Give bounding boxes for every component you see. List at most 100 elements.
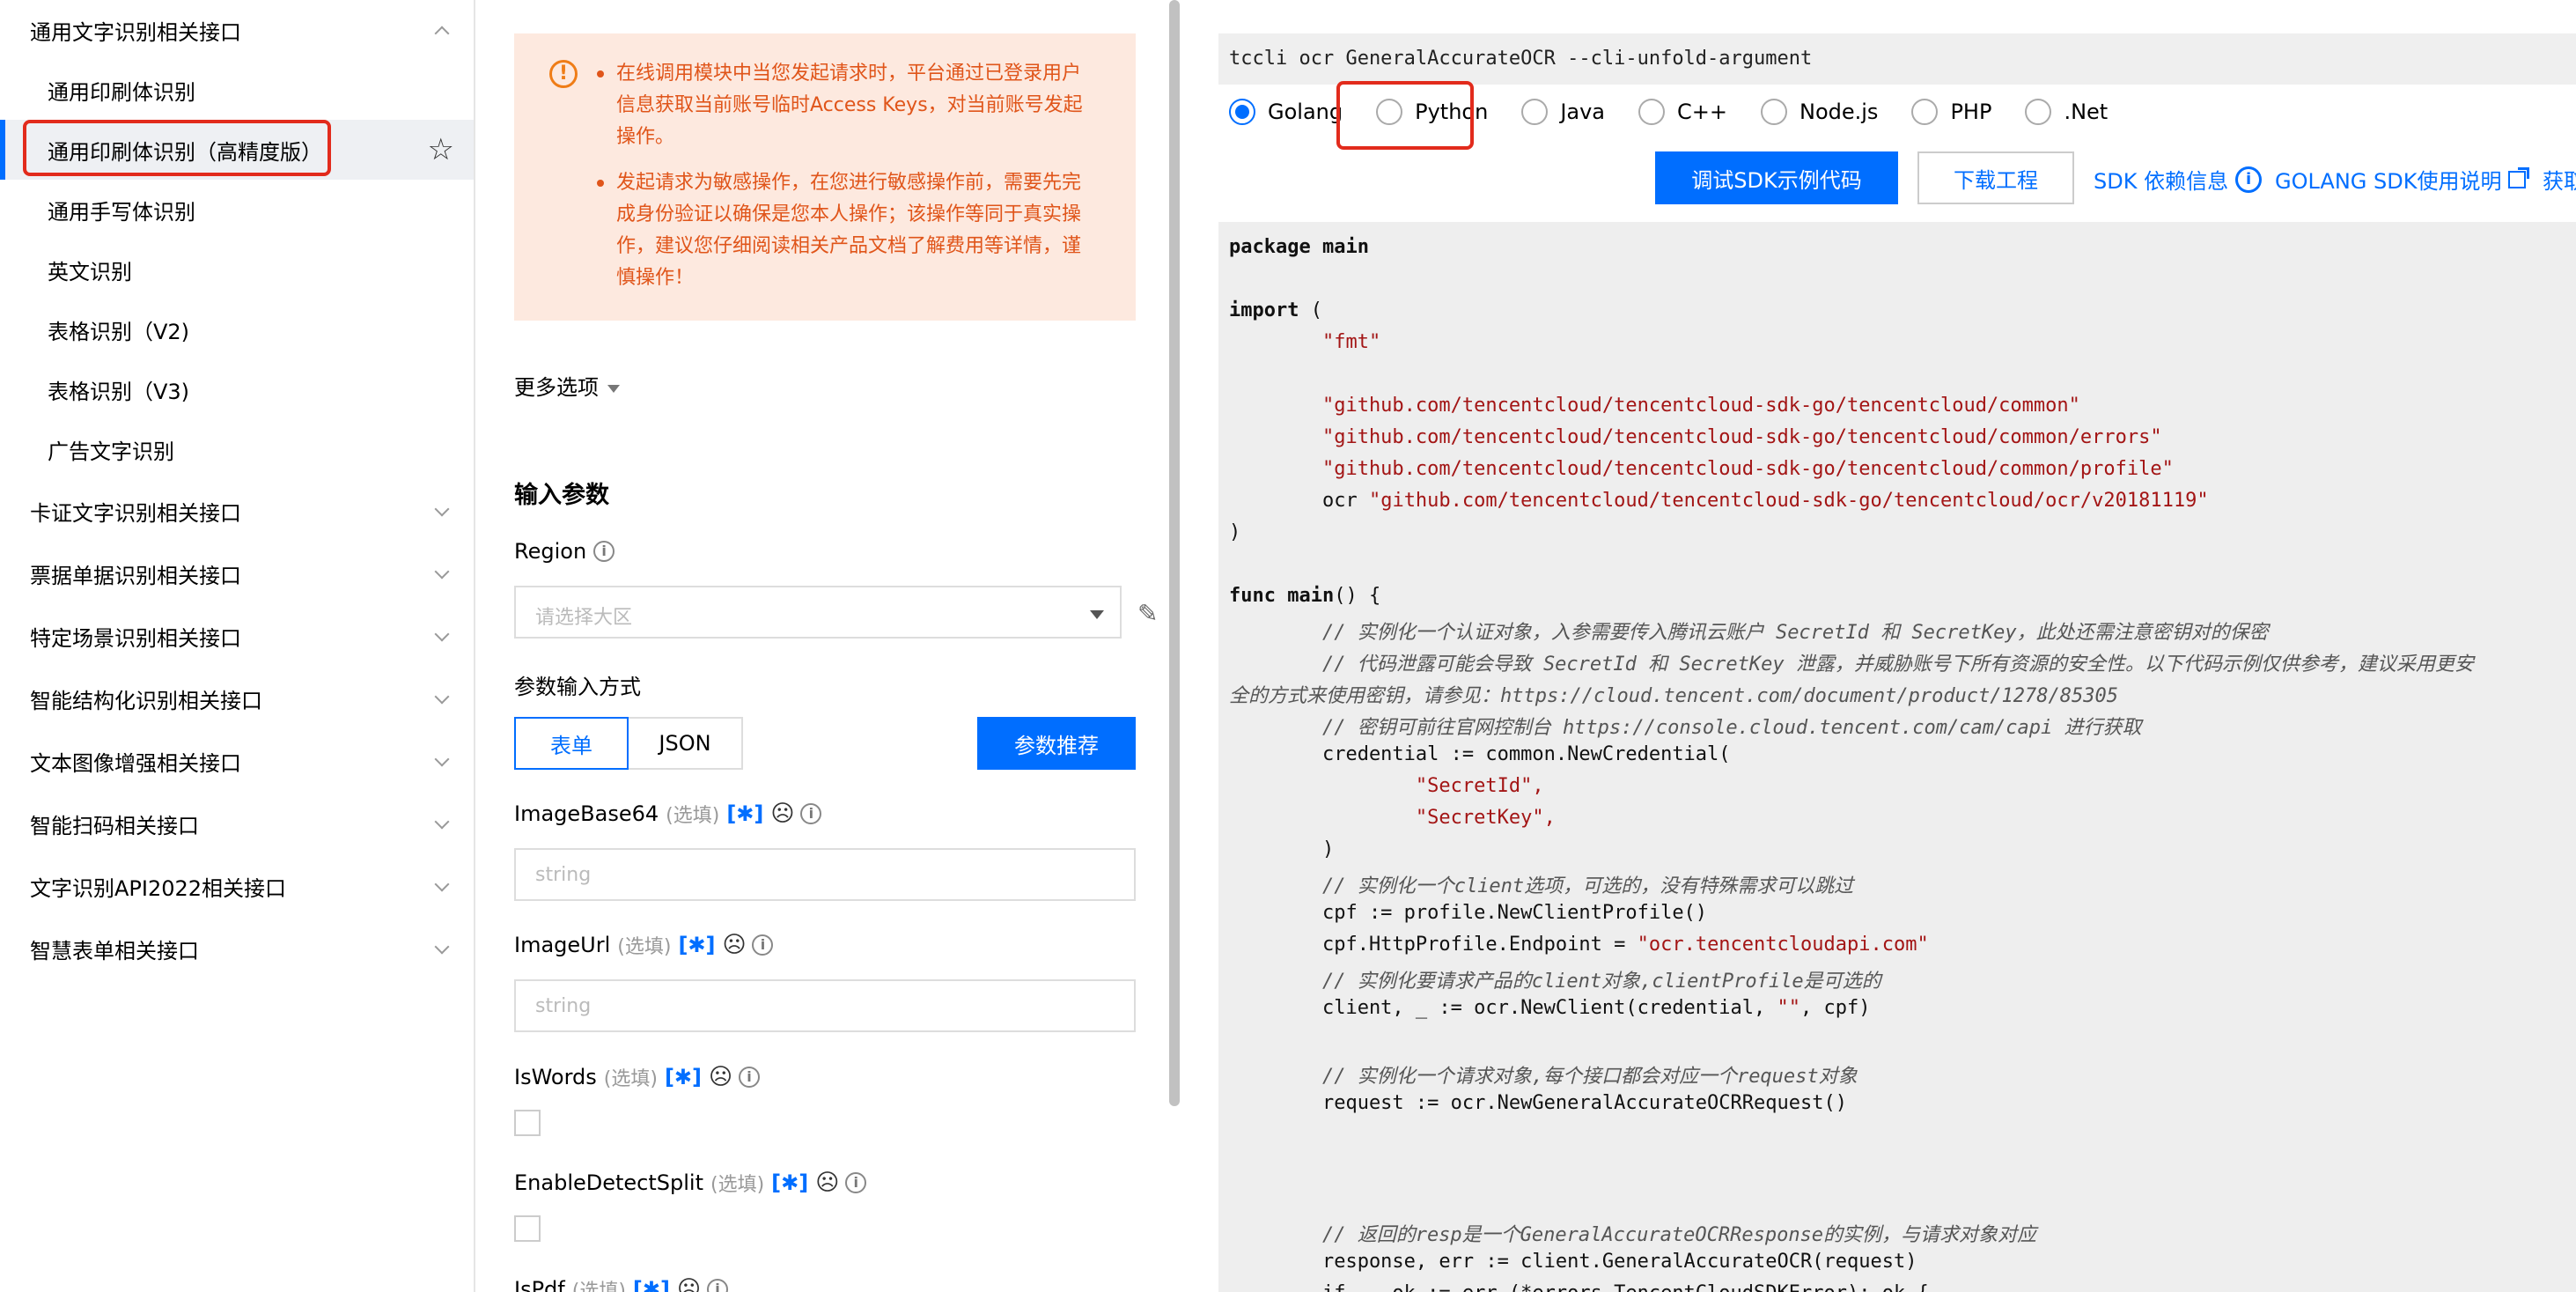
link-label: GOLANG SDK使用说明 bbox=[2275, 169, 2502, 194]
get-link[interactable]: 获取 bbox=[2543, 164, 2576, 195]
imagebase64-input[interactable]: string bbox=[514, 848, 1136, 901]
sidebar-item-label: 广告文字识别 bbox=[48, 439, 174, 464]
info-icon[interactable]: i bbox=[593, 541, 615, 562]
lang-label: Java bbox=[1560, 100, 1606, 124]
code-comment: // 代码泄露可能会导致 SecretId 和 SecretKey 泄露，并威胁… bbox=[1229, 653, 2474, 676]
param-name: EnableDetectSplit bbox=[514, 1170, 703, 1195]
code-token: package main bbox=[1229, 236, 1369, 258]
enabledetectsplit-checkbox[interactable] bbox=[514, 1215, 541, 1242]
sdk-dependency-link[interactable]: SDK 依赖信息 i bbox=[2094, 164, 2263, 195]
sad-face-icon[interactable]: ☹ bbox=[815, 1171, 839, 1194]
param-label: ImageUrl (选填) [✱] ☹ i bbox=[514, 931, 774, 959]
chevron-down-icon bbox=[434, 689, 450, 705]
sad-face-icon[interactable]: ☹ bbox=[677, 1278, 701, 1292]
code-token: cpf.HttpProfile.Endpoint = bbox=[1229, 934, 1638, 956]
sidebar-group[interactable]: 票据单据识别相关接口 bbox=[0, 543, 474, 603]
asterisk-bracket-icon[interactable]: [✱] bbox=[771, 1170, 808, 1195]
sidebar-group[interactable]: 智能结构化识别相关接口 bbox=[0, 668, 474, 728]
code-token: main bbox=[1287, 585, 1335, 607]
param-label: IsWords (选填) [✱] ☹ i bbox=[514, 1063, 760, 1091]
input-mode-label: 参数输入方式 bbox=[514, 675, 641, 699]
code-line: "github.com/tencentcloud/tencentcloud-sd… bbox=[1229, 426, 2162, 448]
region-select[interactable]: 请选择大区 bbox=[514, 586, 1122, 639]
code-line: cpf.HttpProfile.Endpoint = "ocr.tencentc… bbox=[1229, 934, 1929, 956]
asterisk-bracket-icon[interactable]: [✱] bbox=[678, 933, 715, 957]
sdk-usage-link[interactable]: GOLANG SDK使用说明 bbox=[2275, 164, 2530, 195]
info-icon[interactable]: i bbox=[845, 1172, 867, 1193]
radio-icon bbox=[1911, 99, 1939, 125]
highlight-box bbox=[1336, 81, 1474, 150]
iswords-checkbox[interactable] bbox=[514, 1110, 541, 1136]
sad-face-icon[interactable]: ☹ bbox=[709, 1066, 732, 1089]
code-token: func bbox=[1229, 585, 1276, 607]
radio-icon bbox=[1521, 99, 1549, 125]
info-icon[interactable]: i bbox=[739, 1067, 760, 1088]
code-line: ) bbox=[1229, 838, 1335, 860]
radio-icon bbox=[2025, 99, 2052, 125]
download-project-button[interactable]: 下载工程 bbox=[1917, 151, 2074, 204]
asterisk-bracket-icon[interactable]: [✱] bbox=[726, 801, 763, 826]
star-icon[interactable]: ☆ bbox=[428, 132, 454, 167]
highlight-box bbox=[23, 120, 331, 176]
sidebar-item[interactable]: 通用手写体识别 bbox=[0, 180, 474, 240]
mode-json-button[interactable]: JSON bbox=[629, 717, 743, 770]
pencil-icon[interactable]: ✎ bbox=[1137, 599, 1158, 628]
sidebar-item[interactable]: 通用印刷体识别 bbox=[0, 60, 474, 120]
scrollbar-thumb[interactable] bbox=[1169, 0, 1180, 1106]
mode-form-button[interactable]: 表单 bbox=[514, 717, 629, 770]
sidebar-group[interactable]: 文本图像增强相关接口 bbox=[0, 731, 474, 791]
sidebar-group[interactable]: 特定场景识别相关接口 bbox=[0, 606, 474, 666]
sidebar-group[interactable]: 文字识别API2022相关接口 bbox=[0, 856, 474, 916]
sidebar-item-label: 英文识别 bbox=[48, 259, 132, 284]
sidebar: 通用文字识别相关接口 通用印刷体识别 通用印刷体识别（高精度版） ☆ 通用手写体… bbox=[0, 0, 475, 1292]
code-comment: 全的方式来使用密钥，请参见：https://cloud.tencent.com/… bbox=[1229, 685, 2118, 707]
code-line: if _, ok := err.(*errors.TencentCloudSDK… bbox=[1229, 1282, 1929, 1292]
code-comment: // 密钥可前往官网控制台 https://console.cloud.tenc… bbox=[1229, 717, 2142, 739]
asterisk-bracket-icon[interactable]: [✱] bbox=[633, 1277, 670, 1292]
sidebar-group[interactable]: 卡证文字识别相关接口 bbox=[0, 481, 474, 541]
param-label: ImageBase64 (选填) [✱] ☹ i bbox=[514, 800, 822, 828]
select-placeholder: 请选择大区 bbox=[535, 607, 633, 629]
code-line: ) bbox=[1229, 521, 1241, 543]
code-line: request := ocr.NewGeneralAccurateOCRRequ… bbox=[1229, 1092, 1847, 1114]
sidebar-item[interactable]: 表格识别（V2) bbox=[0, 299, 474, 359]
chevron-down-icon bbox=[434, 751, 450, 767]
info-icon[interactable]: i bbox=[752, 934, 774, 956]
lang-option-cpp[interactable]: C++ bbox=[1638, 99, 1727, 125]
sidebar-group-label: 文字识别API2022相关接口 bbox=[30, 875, 287, 901]
sidebar-group[interactable]: 智慧表单相关接口 bbox=[0, 919, 474, 978]
info-icon[interactable]: i bbox=[800, 803, 822, 824]
sad-face-icon[interactable]: ☹ bbox=[722, 934, 746, 956]
lang-option-php[interactable]: PHP bbox=[1911, 99, 1991, 125]
lang-label: Node.js bbox=[1800, 100, 1879, 124]
sidebar-group-general-ocr[interactable]: 通用文字识别相关接口 bbox=[0, 0, 474, 60]
param-label: EnableDetectSplit (选填) [✱] ☹ i bbox=[514, 1169, 867, 1197]
radio-selected-icon bbox=[1229, 99, 1255, 125]
code-line: ocr "github.com/tencentcloud/tencentclou… bbox=[1229, 490, 2209, 512]
sidebar-item[interactable]: 广告文字识别 bbox=[0, 419, 474, 479]
more-options-toggle[interactable]: 更多选项 bbox=[514, 370, 620, 401]
lang-option-java[interactable]: Java bbox=[1521, 99, 1605, 125]
lang-option-golang[interactable]: Golang bbox=[1229, 99, 1343, 125]
chevron-down-icon bbox=[434, 814, 450, 830]
sidebar-item[interactable]: 表格识别（V3) bbox=[0, 359, 474, 419]
code-comment: // 返回的resp是一个GeneralAccurateOCRResponse的… bbox=[1229, 1224, 2037, 1246]
sidebar-group[interactable]: 智能扫码相关接口 bbox=[0, 794, 474, 853]
sidebar-group-label: 智能结构化识别相关接口 bbox=[30, 688, 262, 713]
code-comment: // 实例化要请求产品的client对象,clientProfile是可选的 bbox=[1229, 971, 1881, 993]
recommend-params-button[interactable]: 参数推荐 bbox=[977, 717, 1136, 770]
code-token: "ocr.tencentcloudapi.com" bbox=[1637, 934, 1929, 956]
code-line: package main bbox=[1229, 236, 1369, 258]
field-label: Region bbox=[514, 539, 587, 564]
lang-option-nodejs[interactable]: Node.js bbox=[1761, 99, 1878, 125]
lang-option-dotnet[interactable]: .Net bbox=[2025, 99, 2108, 125]
asterisk-bracket-icon[interactable]: [✱] bbox=[665, 1065, 702, 1089]
input-mode-switch: 表单 JSON bbox=[514, 717, 743, 770]
info-icon[interactable]: i bbox=[706, 1279, 728, 1292]
sad-face-icon[interactable]: ☹ bbox=[770, 802, 794, 825]
lang-label: PHP bbox=[1950, 100, 1992, 124]
param-label: IsPdf (选填) [✱] ☹ i bbox=[514, 1275, 728, 1292]
debug-sdk-button[interactable]: 调试SDK示例代码 bbox=[1655, 151, 1898, 204]
imageurl-input[interactable]: string bbox=[514, 979, 1136, 1032]
sidebar-item[interactable]: 英文识别 bbox=[0, 240, 474, 299]
